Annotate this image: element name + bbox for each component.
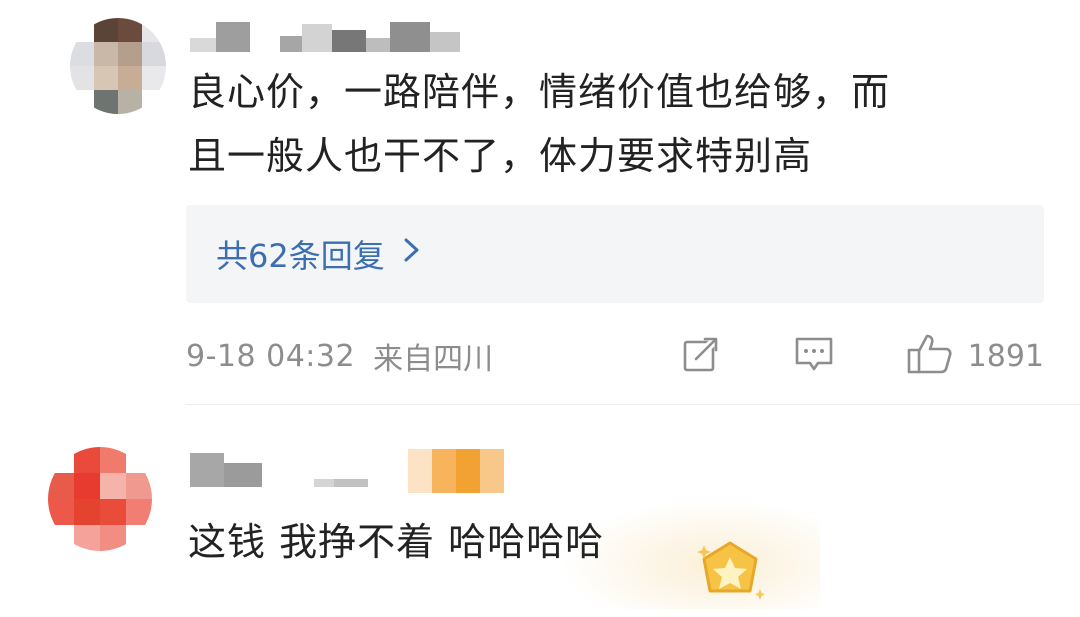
thumbs-up-icon: [906, 332, 954, 380]
replies-box[interactable]: 共62条回复: [186, 205, 1044, 303]
comment-meta: 9-18 04:32 来自四川 1891: [186, 330, 1044, 382]
avatar[interactable]: [48, 447, 152, 551]
comment-icon: [792, 333, 836, 379]
comment-location: 来自四川: [373, 342, 494, 377]
chevron-right-icon: [403, 235, 421, 273]
share-icon: [680, 333, 722, 379]
comment-button[interactable]: [792, 333, 836, 379]
replies-label: 共62条回复: [216, 237, 385, 275]
avatar[interactable]: [70, 18, 166, 114]
like-button[interactable]: 1891: [906, 332, 1044, 380]
username[interactable]: [190, 447, 368, 487]
comment-item: 良心价，一路陪伴，情绪价值也给够，而 且一般人也干不了，体力要求特别高 共62条…: [0, 0, 1080, 405]
star-badge-icon: [690, 533, 770, 613]
comment-text: 良心价，一路陪伴，情绪价值也给够，而 且一般人也干不了，体力要求特别高: [188, 70, 891, 178]
comment-item: 这钱 我挣不着 哈哈哈哈: [0, 405, 1080, 615]
comment-text: 这钱 我挣不着 哈哈哈哈: [188, 520, 605, 564]
view-replies-link[interactable]: 共62条回复: [216, 231, 421, 277]
member-badge[interactable]: [408, 449, 504, 493]
comment-actions: 1891: [610, 330, 1044, 382]
username[interactable]: [190, 18, 460, 52]
like-count: 1891: [967, 338, 1044, 374]
comment-date: 9-18 04:32: [186, 338, 356, 374]
share-button[interactable]: [680, 333, 722, 379]
